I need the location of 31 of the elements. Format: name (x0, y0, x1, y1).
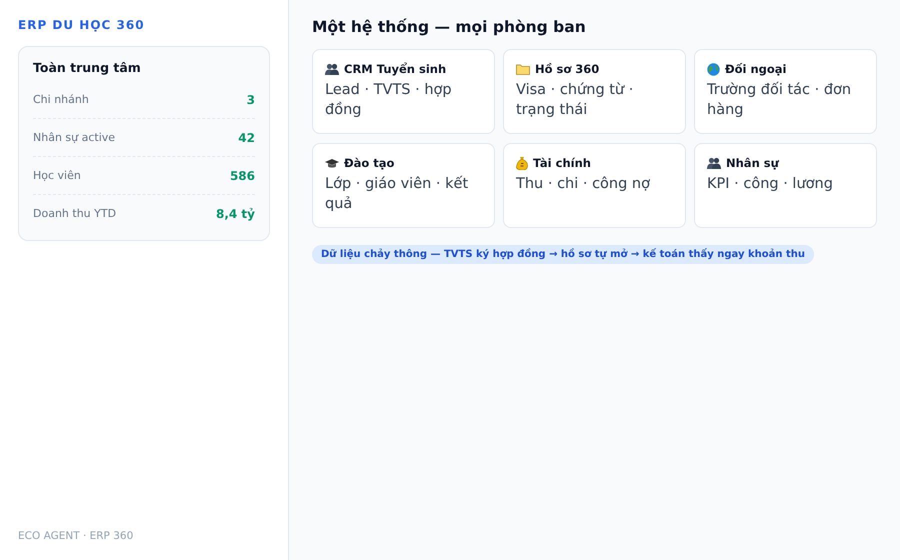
module-title: Đối ngoại (725, 62, 787, 76)
people-icon (707, 157, 721, 169)
stat-value: 3 (246, 92, 255, 106)
module-description: Trường đối tác · đơn hàng (707, 80, 852, 120)
stat-value: 8,4 tỷ (216, 206, 255, 220)
module-title: Hồ sơ 360 (535, 62, 600, 76)
module-description: Thu · chi · công nợ (516, 175, 651, 194)
page-heading: Một hệ thống — mọi phòng ban (312, 18, 586, 36)
stat-value: 42 (238, 130, 255, 144)
graduation-cap-icon (325, 158, 339, 168)
module-title: Nhân sự (726, 156, 779, 170)
module-description: Visa · chứng từ · trạng thái (516, 81, 634, 120)
module-description: Lớp · giáo viên · kết quả (325, 174, 470, 214)
stat-label: Nhân sự active (33, 131, 116, 144)
module-description: Lead · TVTS · hợp đồng (325, 81, 453, 120)
folder-icon (516, 63, 530, 75)
stat-label: Chi nhánh (33, 93, 89, 106)
stat-label: Doanh thu YTD (33, 207, 116, 220)
module-description: KPI · công · lương (707, 175, 834, 194)
flow-note: Dữ liệu chảy thông — TVTS ký hợp đồng → hồ sơ tự mở → kế toán thấy ngay khoản thu (312, 245, 814, 264)
stat-value: 586 (230, 168, 255, 182)
module-title: Tài chính (533, 156, 591, 170)
globe-icon (707, 62, 720, 76)
module-title: CRM Tuyển sinh (344, 62, 446, 76)
module-title: Đào tạo (344, 156, 394, 170)
people-icon (325, 63, 339, 75)
brand-title: ERP DU HỌC 360 (18, 18, 146, 32)
stat-label: Học viên (33, 169, 81, 182)
card-title: Toàn trung tâm (33, 60, 142, 75)
footer-text: ECO AGENT · ERP 360 (18, 530, 134, 542)
money-bag-icon (516, 156, 528, 170)
